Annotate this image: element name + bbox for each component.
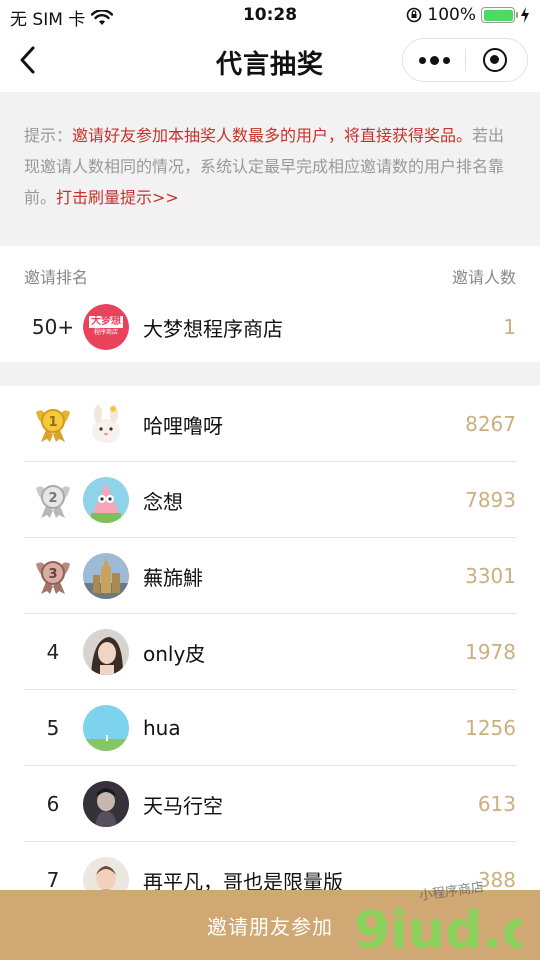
rank-number: 4 — [46, 640, 60, 664]
miniprogram-capsule — [402, 38, 528, 82]
user-name: 哈哩噜呀 — [143, 413, 223, 438]
user-name: 天马行空 — [143, 793, 223, 818]
avatar — [83, 781, 129, 827]
invite-count: 7893 — [465, 488, 516, 512]
battery-icon — [481, 7, 518, 23]
anti-fraud-link[interactable]: 打击刷量提示>> — [56, 188, 179, 207]
medal-rank-text: 1 — [48, 415, 57, 430]
leaderboard-row[interactable]: 6 天马行空 613 — [0, 766, 540, 842]
orientation-lock-icon — [407, 7, 422, 23]
my-name: 大梦想程序商店 — [143, 316, 283, 341]
close-miniprogram-icon[interactable] — [483, 48, 507, 72]
avatar — [83, 705, 129, 751]
more-dot-icon — [418, 56, 426, 64]
invite-count: 1256 — [465, 716, 516, 740]
leaderboard-row[interactable]: 5 hua 1256 — [0, 690, 540, 766]
my-invite-count: 1 — [503, 315, 516, 339]
store-logo: 大梦想 程序商店 — [83, 304, 129, 350]
charging-icon — [521, 7, 529, 23]
battery-percent: 100% — [427, 5, 476, 25]
more-dot-icon — [429, 55, 439, 65]
status-bar: 无 SIM 卡 10:28 100% — [0, 0, 540, 30]
rank-number: 6 — [46, 792, 60, 816]
invite-count: 1978 — [465, 640, 516, 664]
rank-column-header: 邀请排名 — [24, 268, 89, 287]
capsule-divider — [465, 49, 466, 71]
leaderboard-row[interactable]: 3 蕪旆鯡 3301 — [0, 538, 540, 614]
avatar — [83, 477, 129, 523]
more-menu-button[interactable] — [403, 39, 465, 81]
invite-friends-button[interactable]: 邀请朋友参加 — [0, 890, 540, 960]
rank-number: 5 — [46, 716, 60, 740]
tips-panel: 提示：邀请好友参加本抽奖人数最多的用户，将直接获得奖品。若出现邀请人数相同的情况… — [0, 92, 540, 246]
status-right: 100% — [406, 5, 530, 25]
tips-label: 提示： — [24, 126, 73, 145]
my-rank-row: 50+ 大梦想 程序商店 大梦想程序商店 1 — [0, 294, 540, 360]
leaderboard-row[interactable]: 4 only皮 1978 — [0, 614, 540, 690]
avatar — [83, 553, 129, 599]
user-name: 蕪旆鯡 — [143, 565, 203, 590]
leaderboard-row[interactable]: 2 念想 7893 — [0, 462, 540, 538]
count-column-header: 邀请人数 — [451, 268, 516, 287]
leaderboard-row[interactable]: 1 哈哩噜呀 8267 — [0, 386, 540, 462]
avatar — [83, 401, 129, 447]
more-dot-icon — [442, 56, 450, 64]
user-name: hua — [143, 716, 181, 740]
medal-rank-text: 3 — [48, 567, 57, 582]
invite-count: 613 — [477, 792, 516, 816]
silver-medal-icon: 2 — [24, 462, 82, 538]
invite-count: 3301 — [465, 564, 516, 588]
store-logo-text: 大梦想 — [89, 316, 123, 328]
avatar — [83, 629, 129, 675]
section-gap — [0, 362, 540, 386]
store-logo-subtext: 程序商店 — [93, 329, 118, 336]
user-name: only皮 — [143, 641, 206, 666]
ranking-header: 邀请排名 邀请人数 — [0, 254, 540, 294]
gold-medal-icon: 1 — [24, 386, 82, 462]
bronze-medal-icon: 3 — [24, 538, 82, 614]
tips-highlight: 邀请好友参加本抽奖人数最多的用户，将直接获得奖品。 — [72, 126, 473, 145]
nav-bar: 代言抽奖 — [0, 30, 540, 90]
user-name: 念想 — [143, 489, 183, 514]
invite-count: 8267 — [465, 412, 516, 436]
medal-rank-text: 2 — [48, 491, 57, 506]
my-rank-number: 50+ — [31, 315, 75, 339]
avatar: 大梦想 程序商店 — [83, 304, 129, 350]
